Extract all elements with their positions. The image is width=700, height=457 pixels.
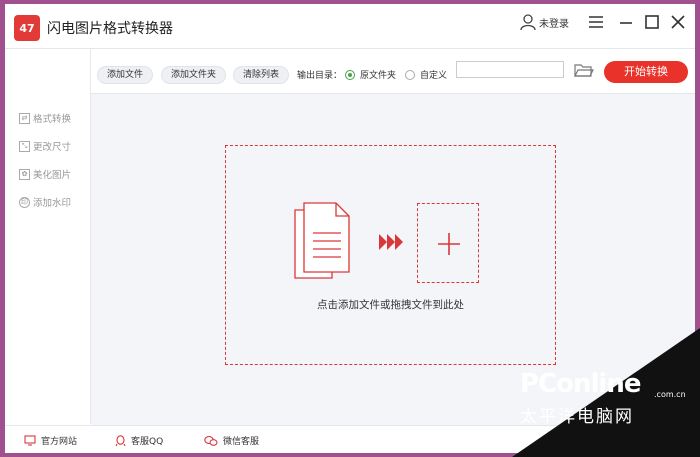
- watermark-subtitle: 太平洋电脑网: [520, 407, 634, 427]
- watermark-brand: PConline: [520, 369, 641, 399]
- watermark-domain: .com.cn: [654, 390, 686, 399]
